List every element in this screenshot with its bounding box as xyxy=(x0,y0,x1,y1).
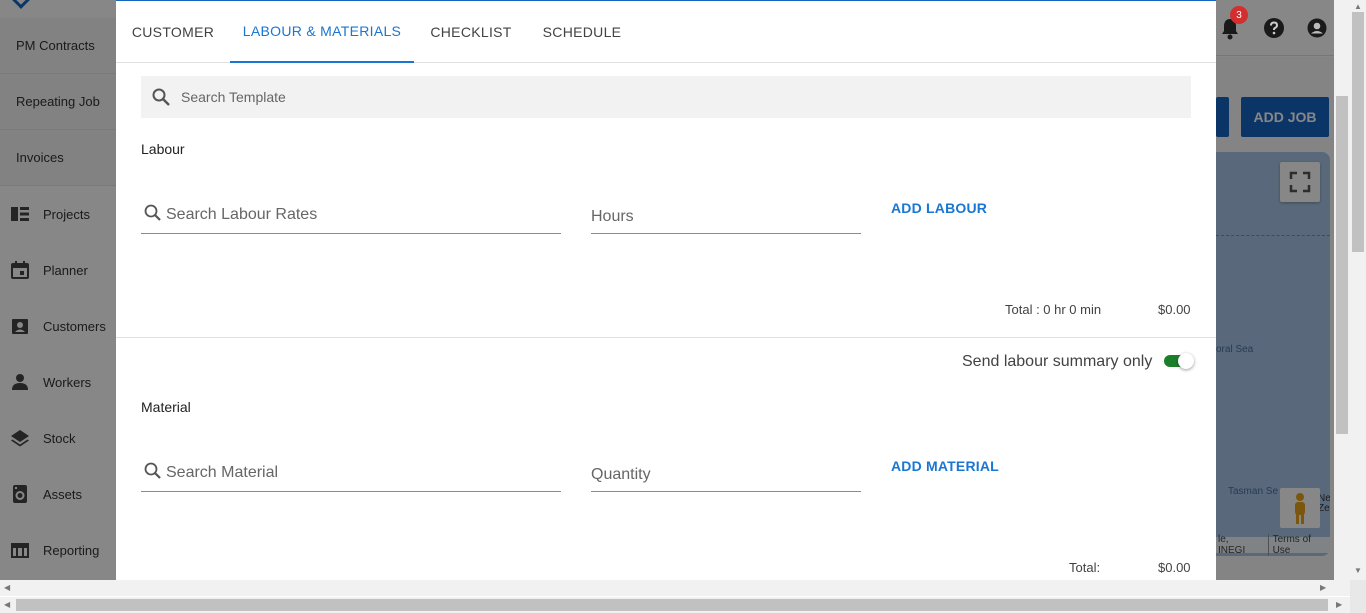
template-search-placeholder: Search Template xyxy=(181,89,286,105)
add-material-button[interactable]: ADD MATERIAL xyxy=(891,458,999,474)
quantity-input[interactable]: Quantity xyxy=(591,458,861,492)
scroll-down-icon[interactable]: ▼ xyxy=(1354,566,1362,575)
scrollbar-thumb[interactable] xyxy=(1336,96,1348,434)
labour-total-label: Total : 0 hr 0 min xyxy=(1005,302,1102,317)
labour-summary-toggle[interactable] xyxy=(1164,353,1194,369)
tab-bar: CUSTOMER LABOUR & MATERIALS CHECKLIST SC… xyxy=(116,1,1216,63)
material-total-label: Total: xyxy=(1069,560,1101,575)
help-icon[interactable] xyxy=(1263,17,1285,39)
scroll-right-icon[interactable]: ▶ xyxy=(1336,600,1342,609)
section-divider xyxy=(116,337,1216,338)
tab-label: CHECKLIST xyxy=(430,24,512,40)
inner-vertical-scrollbar[interactable] xyxy=(1334,0,1350,580)
add-labour-button[interactable]: ADD LABOUR xyxy=(891,200,987,216)
scroll-up-icon[interactable]: ▲ xyxy=(1354,2,1362,11)
scroll-left-icon[interactable]: ◀ xyxy=(4,600,10,609)
scrollbar-corner xyxy=(1350,580,1366,613)
material-search-input[interactable]: Search Material xyxy=(141,458,561,492)
page-vertical-scrollbar[interactable]: ▲ ▼ xyxy=(1350,0,1366,580)
scrollbar-thumb[interactable] xyxy=(16,599,1328,611)
labour-rate-placeholder: Search Labour Rates xyxy=(166,206,318,223)
notification-badge: 3 xyxy=(1230,6,1248,24)
template-search-input[interactable]: Search Template xyxy=(141,76,1191,118)
notification-count: 3 xyxy=(1236,9,1242,21)
quantity-placeholder: Quantity xyxy=(591,466,651,483)
tab-customer[interactable]: CUSTOMER xyxy=(116,1,230,63)
material-search-placeholder: Search Material xyxy=(166,464,279,481)
labour-summary-label: Send labour summary only xyxy=(962,353,1153,370)
search-icon xyxy=(152,88,170,106)
labour-heading: Labour xyxy=(141,141,185,157)
tab-label: LABOUR & MATERIALS xyxy=(242,23,402,39)
tab-schedule[interactable]: SCHEDULE xyxy=(528,1,636,63)
toggle-knob xyxy=(1178,353,1194,369)
scroll-right-icon[interactable]: ▶ xyxy=(1320,583,1326,592)
job-dialog: CUSTOMER LABOUR & MATERIALS CHECKLIST SC… xyxy=(116,0,1216,580)
hours-placeholder: Hours xyxy=(591,208,634,225)
account-icon[interactable] xyxy=(1307,18,1327,38)
inner-horizontal-scrollbar[interactable]: ◀ ▶ xyxy=(0,580,1350,596)
hours-input[interactable]: Hours xyxy=(591,200,861,234)
tab-checklist[interactable]: CHECKLIST xyxy=(414,1,528,63)
page-horizontal-scrollbar[interactable]: ◀ ▶ xyxy=(0,597,1350,613)
scrollbar-thumb[interactable] xyxy=(1352,12,1364,252)
tab-label: CUSTOMER xyxy=(131,24,215,40)
labour-total-value: $0.00 xyxy=(1158,302,1191,317)
search-icon xyxy=(144,204,161,221)
scroll-left-icon[interactable]: ◀ xyxy=(4,583,10,592)
labour-rate-search-input[interactable]: Search Labour Rates xyxy=(141,200,561,234)
tab-label: SCHEDULE xyxy=(542,24,622,40)
material-total-value: $0.00 xyxy=(1158,560,1191,575)
material-heading: Material xyxy=(141,399,191,415)
tab-labour-materials[interactable]: LABOUR & MATERIALS xyxy=(230,1,414,63)
search-icon xyxy=(144,462,161,479)
